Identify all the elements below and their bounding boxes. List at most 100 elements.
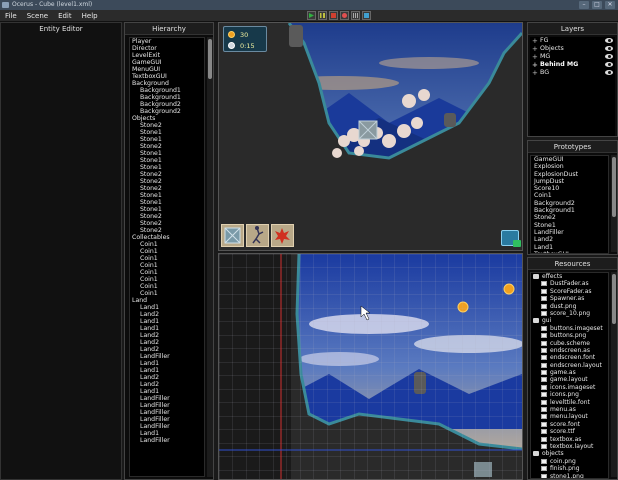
- expand-icon[interactable]: +: [532, 69, 538, 77]
- hierarchy-item[interactable]: Background2: [130, 108, 204, 115]
- hierarchy-item[interactable]: LandFiller: [130, 395, 204, 402]
- prototype-item[interactable]: Stone2: [534, 214, 608, 221]
- hierarchy-item[interactable]: Stone2: [130, 213, 204, 220]
- resource-file[interactable]: Spawner.as: [531, 295, 608, 302]
- hierarchy-item[interactable]: Land1: [130, 325, 204, 332]
- hierarchy-item[interactable]: Stone2: [130, 220, 204, 227]
- resource-file[interactable]: textbox.as: [531, 436, 608, 443]
- resource-file[interactable]: ScoreFader.as: [531, 288, 608, 295]
- prototype-item[interactable]: Explosion: [534, 163, 608, 170]
- menu-scene[interactable]: Scene: [22, 10, 53, 22]
- resource-file[interactable]: endscreen.font: [531, 354, 608, 361]
- hierarchy-item[interactable]: LandFiller: [130, 416, 204, 423]
- layer-row[interactable]: + MG: [530, 53, 615, 61]
- hierarchy-item[interactable]: LevelExit: [130, 52, 204, 59]
- menu-edit[interactable]: Edit: [53, 10, 77, 22]
- hierarchy-item[interactable]: TextboxGUI: [130, 73, 204, 80]
- hierarchy-item[interactable]: Background1: [130, 94, 204, 101]
- hierarchy-item[interactable]: LandFiller: [130, 437, 204, 444]
- hierarchy-item[interactable]: Coin1: [130, 248, 204, 255]
- eye-icon[interactable]: [605, 70, 613, 75]
- hierarchy-item[interactable]: Land1: [130, 388, 204, 395]
- hierarchy-item[interactable]: Director: [130, 45, 204, 52]
- export-icon[interactable]: [501, 230, 521, 247]
- hierarchy-item[interactable]: Background1: [130, 87, 204, 94]
- resource-file[interactable]: textbox.layout: [531, 443, 608, 450]
- prototype-item[interactable]: Background1: [534, 207, 608, 214]
- resource-file[interactable]: game.as: [531, 369, 608, 376]
- resource-file[interactable]: coin.png: [531, 458, 608, 465]
- resource-file[interactable]: cube.scheme: [531, 340, 608, 347]
- resource-file[interactable]: endscreen.layout: [531, 362, 608, 369]
- hierarchy-item[interactable]: MenuGUI: [130, 66, 204, 73]
- resource-file[interactable]: score.ttf: [531, 428, 608, 435]
- hierarchy-scroll-thumb[interactable]: [208, 39, 212, 79]
- prototypes-scroll-thumb[interactable]: [612, 157, 616, 217]
- hierarchy-item[interactable]: Stone1: [130, 164, 204, 171]
- hierarchy-item[interactable]: Land1: [130, 367, 204, 374]
- hierarchy-item[interactable]: Coin1: [130, 283, 204, 290]
- resource-file[interactable]: endscreen.as: [531, 347, 608, 354]
- game-view[interactable]: 30 0:15: [218, 22, 523, 251]
- hierarchy-item[interactable]: Land1: [130, 318, 204, 325]
- hierarchy-item[interactable]: Stone2: [130, 227, 204, 234]
- player-tool-button[interactable]: [246, 224, 269, 247]
- resource-file[interactable]: score.font: [531, 421, 608, 428]
- hierarchy-item[interactable]: Stone2: [130, 178, 204, 185]
- prototype-item[interactable]: GameGUI: [534, 156, 608, 163]
- resource-file[interactable]: score_10.png: [531, 310, 608, 317]
- resource-file[interactable]: finish.png: [531, 465, 608, 472]
- prototype-item[interactable]: Coin1: [534, 192, 608, 199]
- hierarchy-item[interactable]: Stone1: [130, 150, 204, 157]
- expand-icon[interactable]: +: [532, 61, 538, 69]
- prototype-item[interactable]: Stone1: [534, 222, 608, 229]
- eye-icon[interactable]: [605, 38, 613, 43]
- hierarchy-item[interactable]: Background2: [130, 101, 204, 108]
- hierarchy-item[interactable]: Land2: [130, 311, 204, 318]
- resource-file[interactable]: icons.imageset: [531, 384, 608, 391]
- resource-file[interactable]: stone1.png: [531, 473, 608, 478]
- hierarchy-item[interactable]: Stone1: [130, 192, 204, 199]
- expand-icon[interactable]: +: [532, 45, 538, 53]
- resource-file[interactable]: levelttile.font: [531, 399, 608, 406]
- hierarchy-item[interactable]: LandFiller: [130, 423, 204, 430]
- resource-file[interactable]: menu.as: [531, 406, 608, 413]
- pause-button[interactable]: [318, 11, 327, 20]
- hierarchy-scrollbar[interactable]: [207, 37, 213, 477]
- hierarchy-item[interactable]: Stone1: [130, 129, 204, 136]
- hierarchy-item[interactable]: Coin1: [130, 276, 204, 283]
- hierarchy-item[interactable]: Land1: [130, 304, 204, 311]
- layer-row[interactable]: + BG: [530, 69, 615, 77]
- expand-icon[interactable]: +: [532, 37, 538, 45]
- hierarchy-item[interactable]: Land2: [130, 332, 204, 339]
- prototype-item[interactable]: Score10: [534, 185, 608, 192]
- prototypes-scrollbar[interactable]: [611, 155, 617, 252]
- hierarchy-item[interactable]: Stone2: [130, 171, 204, 178]
- hierarchy-item[interactable]: Background: [130, 80, 204, 87]
- resource-folder[interactable]: objects: [531, 450, 608, 457]
- prototype-item[interactable]: LandFiller: [534, 229, 608, 236]
- hierarchy-item[interactable]: Collectables: [130, 234, 204, 241]
- prototype-item[interactable]: JumpDust: [534, 178, 608, 185]
- hierarchy-item[interactable]: Coin1: [130, 241, 204, 248]
- prototype-item[interactable]: ExplosionDust: [534, 171, 608, 178]
- hierarchy-item[interactable]: GameGUI: [130, 59, 204, 66]
- prototype-item[interactable]: Background2: [534, 200, 608, 207]
- resource-file[interactable]: buttons.imageset: [531, 325, 608, 332]
- layer-row[interactable]: + Objects: [530, 45, 615, 53]
- menu-help[interactable]: Help: [77, 10, 103, 22]
- maximize-button[interactable]: □: [592, 1, 602, 9]
- menu-file[interactable]: File: [0, 10, 22, 22]
- hierarchy-item[interactable]: Stone1: [130, 206, 204, 213]
- resource-file[interactable]: menu.layout: [531, 413, 608, 420]
- hierarchy-item[interactable]: Coin1: [130, 262, 204, 269]
- resource-file[interactable]: DustFader.as: [531, 280, 608, 287]
- record-button[interactable]: [340, 11, 349, 20]
- scene-editor-view[interactable]: [218, 253, 523, 480]
- eye-icon[interactable]: [605, 46, 613, 51]
- layer-row[interactable]: + Behind MG: [530, 61, 615, 69]
- hierarchy-item[interactable]: Land1: [130, 430, 204, 437]
- hierarchy-item[interactable]: Objects: [130, 115, 204, 122]
- play-button[interactable]: [307, 11, 316, 20]
- resource-file[interactable]: buttons.png: [531, 332, 608, 339]
